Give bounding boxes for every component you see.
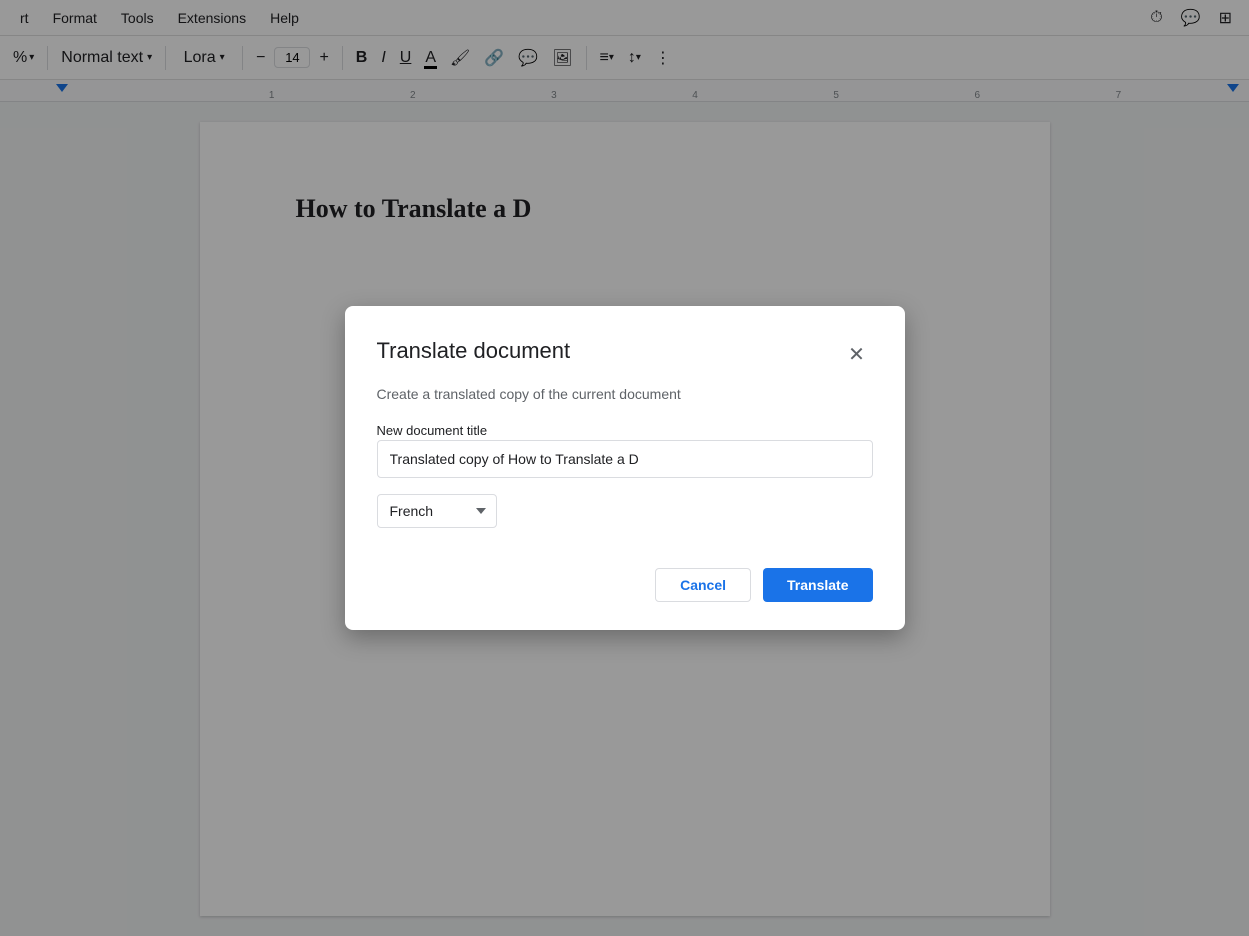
dialog-header: Translate document ✕ xyxy=(377,338,873,370)
dialog-title: Translate document xyxy=(377,338,571,364)
cancel-button[interactable]: Cancel xyxy=(655,568,751,602)
new-title-input[interactable] xyxy=(377,440,873,478)
field-label: New document title xyxy=(377,423,488,438)
translate-button[interactable]: Translate xyxy=(763,568,872,602)
close-button[interactable]: ✕ xyxy=(841,338,873,370)
translate-dialog: Translate document ✕ Create a translated… xyxy=(345,306,905,630)
modal-overlay: Translate document ✕ Create a translated… xyxy=(0,0,1249,936)
dialog-footer: Cancel Translate xyxy=(377,568,873,602)
language-select[interactable]: French Spanish German Italian Portuguese… xyxy=(377,494,497,528)
dialog-subtitle: Create a translated copy of the current … xyxy=(377,386,873,402)
